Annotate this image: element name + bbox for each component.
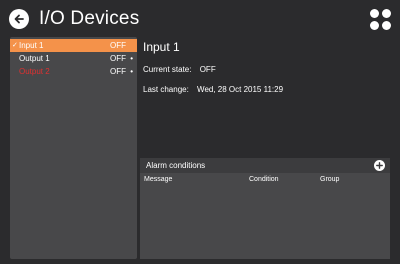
bullet-icon: • [130,67,133,76]
page-title: I/O Devices [39,8,140,29]
apps-button[interactable] [370,9,392,31]
device-item-output-1[interactable]: Output 1 OFF • [10,52,137,65]
current-state-value: OFF [199,65,216,74]
alarm-conditions-title: Alarm conditions [146,161,206,170]
current-state-row: Current state: OFF [143,64,216,75]
header-bar: I/O Devices [0,0,400,38]
io-devices-screen: I/O Devices ✓ Input 1 OFF Output 1 OFF •… [0,0,400,264]
last-change-row: Last change: Wed, 28 Oct 2015 11:29 [143,84,283,95]
last-change-value: Wed, 28 Oct 2015 11:29 [197,85,284,94]
detail-title: Input 1 [143,40,180,54]
column-header-condition[interactable]: Condition [249,174,279,185]
device-item-state: OFF [110,54,126,63]
apps-dots-icon [370,21,379,30]
plus-icon [376,162,383,169]
alarm-conditions-header: Alarm conditions [140,158,390,173]
device-item-state: OFF [110,67,126,76]
device-item-label: Output 2 [19,67,50,76]
apps-dots-icon [382,21,391,30]
device-details: Input 1 Current state: OFF Last change: … [140,37,390,259]
device-item-output-2[interactable]: Output 2 OFF • [10,65,137,78]
device-item-state: OFF [110,41,126,50]
alarm-conditions-panel: Alarm conditions Message Condition Group [140,158,390,259]
current-state-label: Current state: [143,65,192,74]
device-item-input-1[interactable]: ✓ Input 1 OFF [10,39,137,52]
last-change-label: Last change: [143,85,189,94]
back-button[interactable] [9,9,29,29]
checkmark-icon: ✓ [12,42,18,49]
device-item-label: Input 1 [19,41,44,50]
add-alarm-button[interactable] [374,160,385,171]
device-item-label: Output 1 [19,54,50,63]
device-list: ✓ Input 1 OFF Output 1 OFF • Output 2 OF… [10,37,137,259]
back-arrow-icon [14,14,24,24]
column-header-message[interactable]: Message [144,174,172,185]
apps-dots-icon [382,9,391,18]
column-header-group[interactable]: Group [320,174,339,185]
bullet-icon: • [130,54,133,63]
apps-dots-icon [370,9,379,18]
